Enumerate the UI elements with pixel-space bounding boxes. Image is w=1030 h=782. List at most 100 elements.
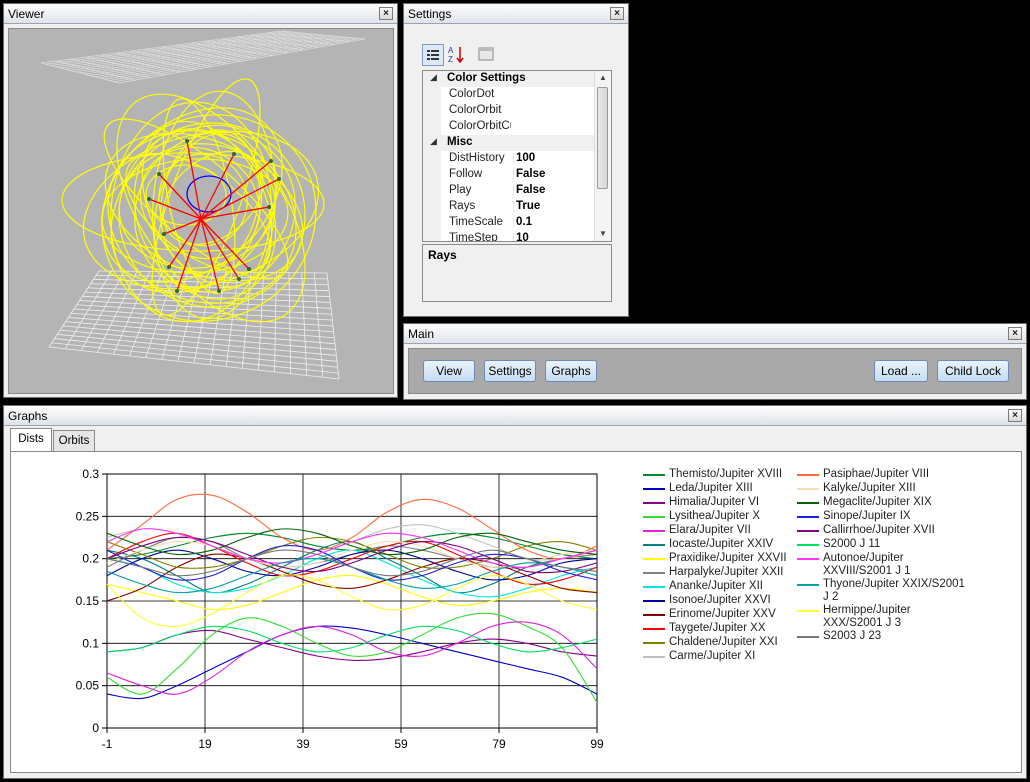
property-row[interactable]: TimeStep 10 xyxy=(423,231,597,241)
property-value[interactable]: 0.1 xyxy=(513,216,597,228)
row-margin xyxy=(423,167,441,183)
y-tick-label: 0.05 xyxy=(76,679,100,693)
row-margin xyxy=(423,103,441,119)
legend-swatch xyxy=(643,642,665,644)
chart-grid xyxy=(106,473,598,729)
property-grid-scrollbar[interactable]: ▲ ▼ xyxy=(594,71,611,241)
settings-close-icon[interactable]: × xyxy=(610,7,624,20)
settings-button[interactable]: Settings xyxy=(484,360,536,382)
row-margin xyxy=(423,151,441,167)
svg-text:A: A xyxy=(448,46,454,55)
main-window: Main × View Settings Graphs Load ... Chi… xyxy=(403,323,1027,400)
property-row[interactable]: ColorOrbitYellow xyxy=(423,103,597,119)
view-button[interactable]: View xyxy=(423,360,475,382)
property-value[interactable]: True xyxy=(513,200,597,212)
legend-label: Callirrhoe/Jupiter XVII xyxy=(823,524,935,536)
scroll-up-icon[interactable]: ▲ xyxy=(595,71,611,85)
property-grid[interactable]: ◢Color SettingsColorDotTransparentColorO… xyxy=(422,70,612,242)
legend-swatch xyxy=(643,502,665,504)
legend-label: Praxidike/Jupiter XXVII xyxy=(669,552,787,564)
graphs-window: Graphs × Dists Orbits 0 0.05 0.1 0.15 0.2 0.2… xyxy=(3,405,1027,779)
property-pages-icon[interactable] xyxy=(476,44,498,66)
y-tick-label: 0.2 xyxy=(82,552,99,566)
legend-swatch xyxy=(643,558,665,560)
load-button[interactable]: Load ... xyxy=(874,360,928,382)
legend-swatch xyxy=(797,558,819,560)
legend-swatch xyxy=(643,656,665,658)
svg-text:Z: Z xyxy=(448,55,453,64)
orbit-scene[interactable] xyxy=(9,29,393,393)
property-row[interactable]: Rays True xyxy=(423,199,597,215)
main-titlebar[interactable]: Main × xyxy=(404,324,1026,344)
property-row[interactable]: Play False xyxy=(423,183,597,199)
x-tick-label: 39 xyxy=(296,737,310,751)
property-row[interactable]: ColorOrbitCurrentBlue xyxy=(423,119,597,135)
row-margin xyxy=(423,199,441,215)
series-line xyxy=(106,493,598,560)
graphs-close-icon[interactable]: × xyxy=(1008,409,1022,422)
property-row[interactable]: Follow False xyxy=(423,167,597,183)
settings-titlebar[interactable]: Settings × xyxy=(404,4,628,24)
property-category[interactable]: ◢ Color Settings xyxy=(423,71,597,87)
child-lock-button[interactable]: Child Lock xyxy=(937,360,1009,382)
graphs-titlebar[interactable]: Graphs × xyxy=(4,406,1026,426)
x-tick-label: 59 xyxy=(394,737,408,751)
legend-label: Megaclite/Jupiter XIX xyxy=(823,496,932,508)
collapse-icon[interactable]: ◢ xyxy=(430,136,437,147)
graphs-title: Graphs xyxy=(8,409,48,423)
legend-label: Harpalyke/Jupiter XXII xyxy=(669,566,784,578)
chart-series xyxy=(106,493,598,703)
property-value[interactable]: 10 xyxy=(513,232,597,241)
viewer-titlebar[interactable]: Viewer × xyxy=(4,4,397,24)
property-value[interactable]: False xyxy=(513,168,597,180)
scroll-thumb[interactable] xyxy=(597,87,608,189)
top-grid-plane xyxy=(40,30,366,84)
collapse-icon[interactable]: ◢ xyxy=(430,72,437,83)
legend-swatch xyxy=(643,488,665,490)
tab-orbits[interactable]: Orbits xyxy=(53,430,95,451)
legend-label: Leda/Jupiter XIII xyxy=(669,482,753,494)
legend-swatch xyxy=(797,636,819,638)
legend-label: Pasiphae/Jupiter VIII xyxy=(823,468,930,480)
legend-label: Sinope/Jupiter IX xyxy=(823,510,911,522)
tab-dists[interactable]: Dists xyxy=(10,428,52,451)
property-row[interactable]: ColorDotTransparent xyxy=(423,87,597,103)
series-line xyxy=(106,549,598,598)
legend-label: S2003 J 23 xyxy=(823,630,882,642)
legend-label: Ananke/Jupiter XII xyxy=(669,580,763,592)
viewer-title: Viewer xyxy=(8,7,45,21)
scroll-down-icon[interactable]: ▼ xyxy=(595,227,611,241)
category-label: Color Settings xyxy=(447,72,526,84)
viewer-3d-canvas[interactable] xyxy=(8,28,394,394)
legend-swatch xyxy=(643,600,665,602)
legend-label: Chaldene/Jupiter XXI xyxy=(669,636,778,648)
legend-label: Isonoe/Jupiter XXVI xyxy=(669,594,771,606)
legend-swatch xyxy=(643,474,665,476)
property-value[interactable]: 100 xyxy=(513,152,597,164)
row-margin xyxy=(423,87,441,103)
viewer-window: Viewer × xyxy=(3,3,398,398)
legend-label: Thyone/Jupiter XXIX/S2001 J 2 xyxy=(823,578,965,603)
legend-swatch xyxy=(643,586,665,588)
legend-swatch xyxy=(643,516,665,518)
viewer-close-icon[interactable]: × xyxy=(379,7,393,20)
category-label: Misc xyxy=(447,136,473,148)
property-value[interactable]: False xyxy=(513,184,597,196)
settings-title: Settings xyxy=(408,7,452,21)
legend-swatch xyxy=(643,614,665,616)
alphabetical-sort-icon[interactable]: AZ xyxy=(446,44,468,66)
legend-swatch xyxy=(643,530,665,532)
main-title: Main xyxy=(408,327,435,341)
legend-swatch xyxy=(797,474,819,476)
property-category[interactable]: ◢ Misc xyxy=(423,135,597,151)
property-row[interactable]: TimeScale 0.1 xyxy=(423,215,597,231)
row-margin xyxy=(423,119,441,135)
legend-swatch xyxy=(643,572,665,574)
main-close-icon[interactable]: × xyxy=(1008,327,1022,340)
legend-swatch xyxy=(797,584,819,586)
legend-swatch xyxy=(797,502,819,504)
graphs-button[interactable]: Graphs xyxy=(545,360,597,382)
legend-label: Themisto/Jupiter XVIII xyxy=(669,468,783,480)
categorized-view-icon[interactable] xyxy=(422,44,444,66)
property-row[interactable]: DistHistory 100 xyxy=(423,151,597,167)
